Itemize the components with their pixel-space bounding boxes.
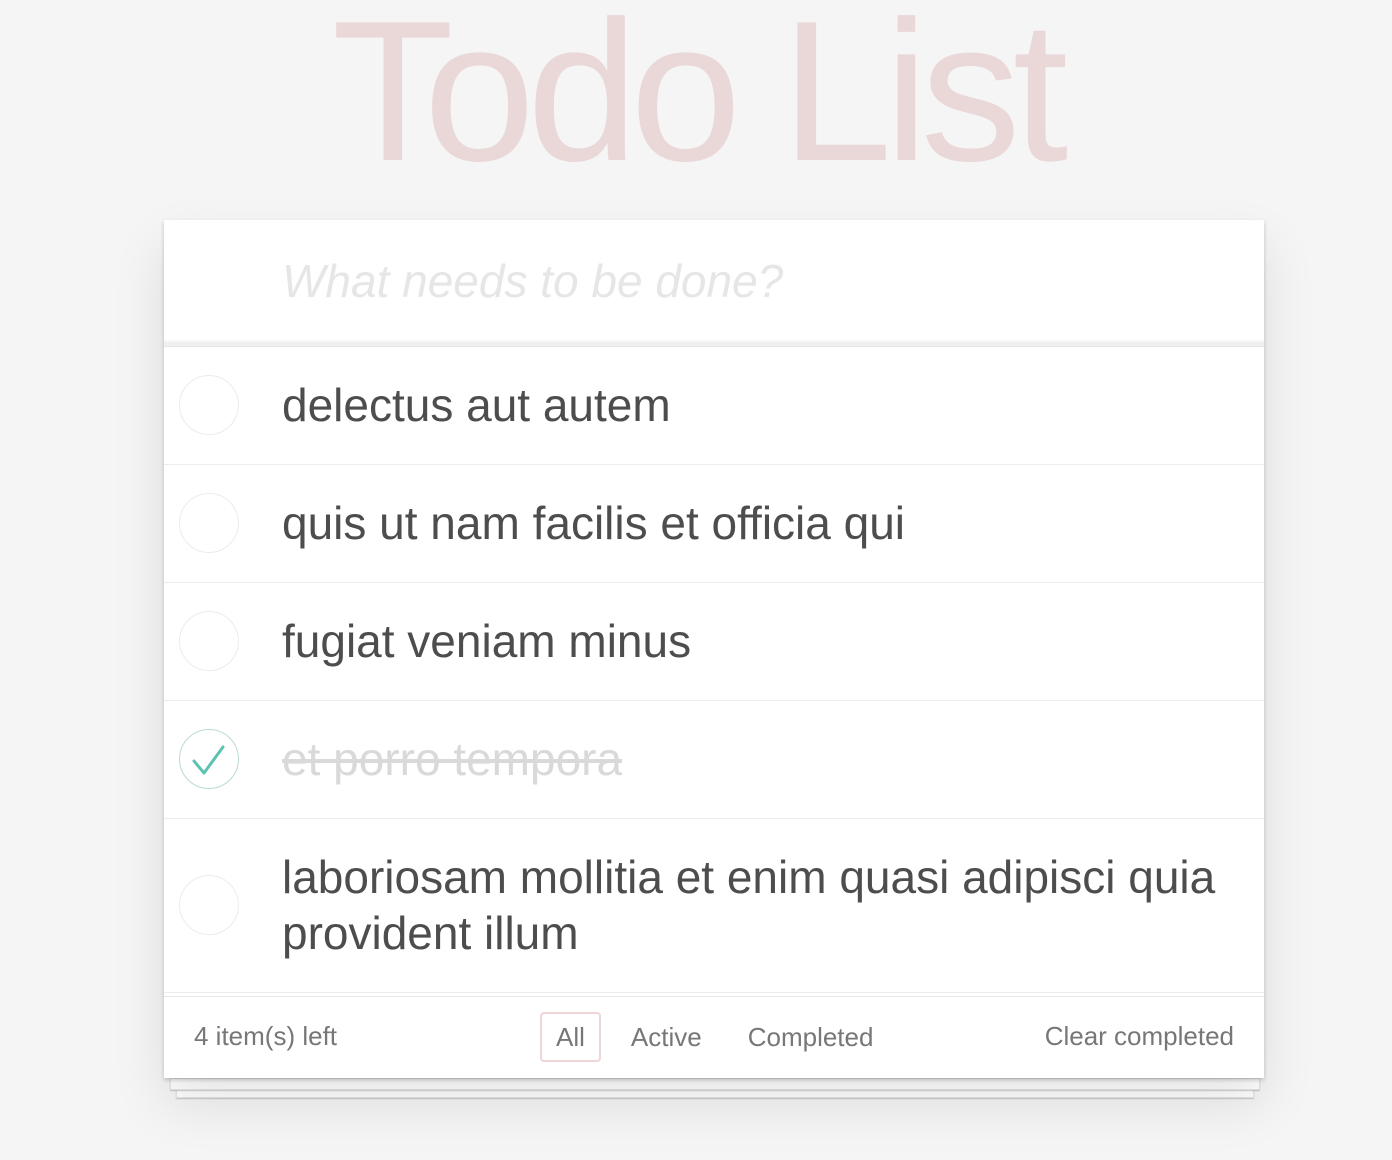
filter-all[interactable]: All xyxy=(540,1012,601,1062)
clear-completed-button[interactable]: Clear completed xyxy=(1045,1021,1234,1052)
todo-label[interactable]: quis ut nam facilis et officia qui xyxy=(282,495,1242,551)
check-icon xyxy=(192,745,225,775)
todo-item: laboriosam mollitia et enim quasi adipis… xyxy=(164,819,1264,993)
todo-list: delectus aut autem quis ut nam facilis e… xyxy=(164,346,1264,993)
todo-item: fugiat veniam minus xyxy=(164,583,1264,701)
todo-item: delectus aut autem xyxy=(164,347,1264,465)
todo-toggle[interactable] xyxy=(179,611,239,671)
todo-footer: 4 item(s) left All Active Completed Clea… xyxy=(164,996,1264,1078)
todo-label[interactable]: fugiat veniam minus xyxy=(282,613,1242,669)
todo-label[interactable]: laboriosam mollitia et enim quasi adipis… xyxy=(282,849,1242,961)
todo-item: quis ut nam facilis et officia qui xyxy=(164,465,1264,583)
filter-tabs: All Active Completed xyxy=(540,1012,889,1062)
new-todo-header xyxy=(164,220,1264,346)
todo-app: delectus aut autem quis ut nam facilis e… xyxy=(164,220,1264,1078)
stack-shadow-sheet xyxy=(170,1078,1260,1090)
todo-toggle-checked[interactable] xyxy=(179,729,239,789)
items-left-count: 4 item(s) left xyxy=(194,1021,338,1051)
app-title: Todo List xyxy=(331,0,1069,203)
todo-label[interactable]: et porro tempora xyxy=(282,731,1242,787)
filter-completed[interactable]: Completed xyxy=(732,1012,890,1062)
todo-toggle[interactable] xyxy=(179,875,239,935)
todo-item-completed: et porro tempora xyxy=(164,701,1264,819)
new-todo-input[interactable] xyxy=(282,246,1222,316)
filter-active[interactable]: Active xyxy=(615,1012,718,1062)
todo-toggle[interactable] xyxy=(179,493,239,553)
todo-toggle[interactable] xyxy=(179,375,239,435)
todo-label[interactable]: delectus aut autem xyxy=(282,377,1242,433)
